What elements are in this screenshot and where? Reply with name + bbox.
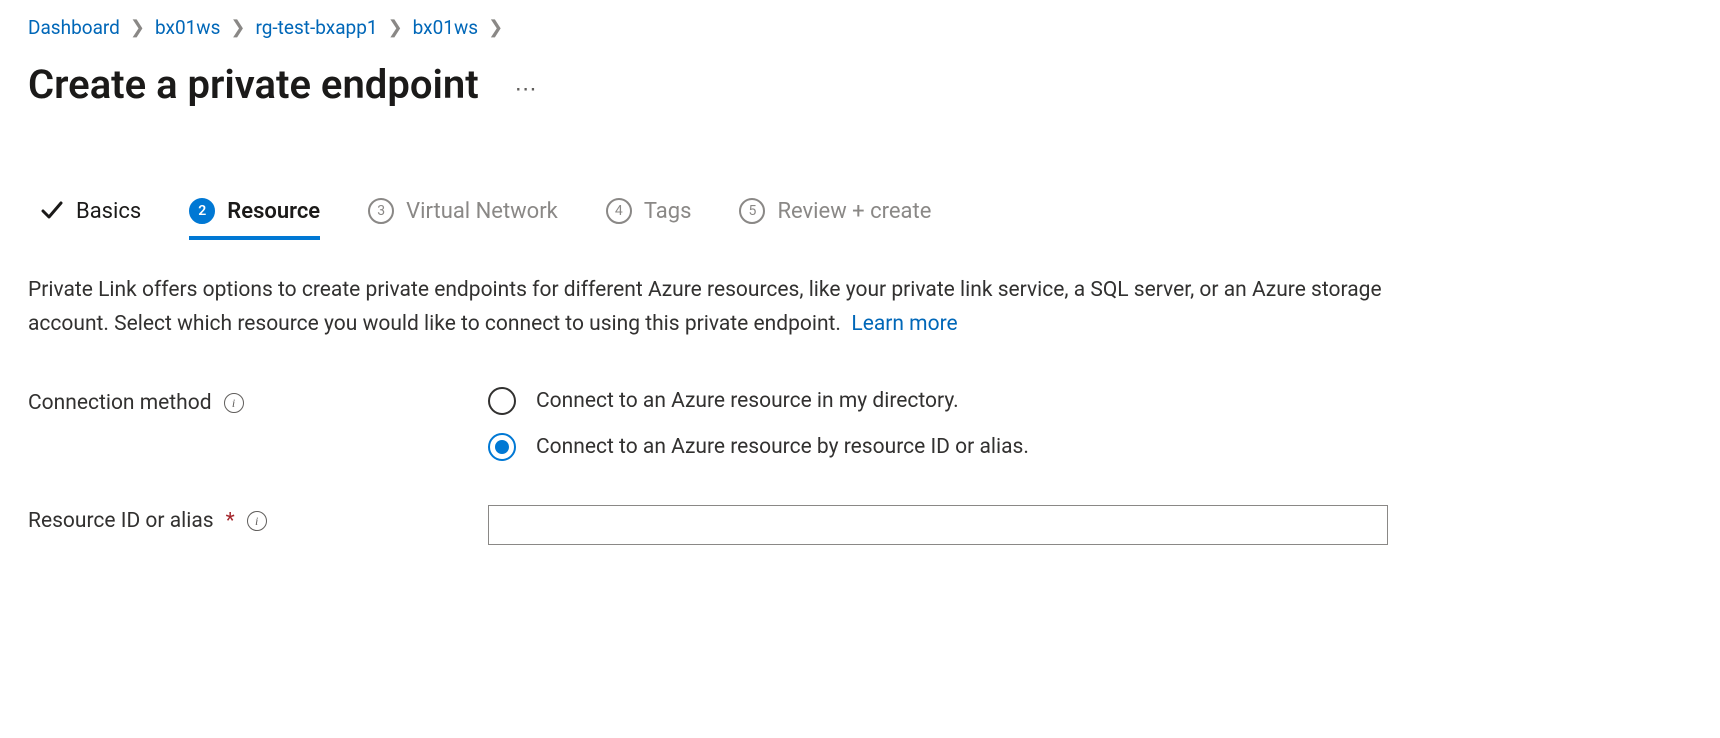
radio-connect-in-directory[interactable]: Connect to an Azure resource in my direc… (488, 387, 1388, 415)
radio-icon (488, 433, 516, 461)
tab-label: Tags (644, 199, 692, 224)
radio-label: Connect to an Azure resource in my direc… (536, 389, 959, 413)
chevron-right-icon: ❯ (388, 17, 403, 38)
info-icon[interactable]: i (224, 393, 244, 413)
required-indicator: * (226, 509, 235, 533)
resource-id-label: Resource ID or alias (28, 509, 214, 533)
chevron-right-icon: ❯ (230, 17, 245, 38)
radio-label: Connect to an Azure resource by resource… (536, 435, 1029, 459)
connection-method-radio-group: Connect to an Azure resource in my direc… (488, 387, 1388, 461)
tab-resource[interactable]: 2 Resource (189, 198, 320, 238)
radio-icon (488, 387, 516, 415)
breadcrumb-item-dashboard[interactable]: Dashboard (28, 16, 120, 39)
learn-more-link[interactable]: Learn more (851, 312, 957, 336)
description-text: Private Link offers options to create pr… (28, 278, 1382, 336)
connection-method-label: Connection method (28, 391, 212, 415)
tab-basics[interactable]: Basics (38, 198, 141, 238)
check-icon (38, 198, 64, 224)
more-actions-button[interactable]: ⋯ (507, 75, 547, 105)
tab-tags[interactable]: 4 Tags (606, 198, 692, 238)
resource-id-input[interactable] (488, 505, 1388, 545)
tab-label: Basics (76, 199, 141, 224)
info-icon[interactable]: i (247, 511, 267, 531)
step-number-icon: 3 (368, 198, 394, 224)
step-number-icon: 4 (606, 198, 632, 224)
breadcrumb-item-rg-test-bxapp1[interactable]: rg-test-bxapp1 (256, 16, 378, 39)
breadcrumb: Dashboard ❯ bx01ws ❯ rg-test-bxapp1 ❯ bx… (28, 16, 1692, 39)
step-number-icon: 2 (189, 198, 215, 224)
tab-virtual-network[interactable]: 3 Virtual Network (368, 198, 558, 238)
page-title: Create a private endpoint (28, 61, 479, 108)
breadcrumb-item-bx01ws-2[interactable]: bx01ws (413, 16, 478, 39)
section-description: Private Link offers options to create pr… (28, 274, 1388, 341)
chevron-right-icon: ❯ (488, 17, 503, 38)
tab-review-create[interactable]: 5 Review + create (739, 198, 931, 238)
tab-label: Virtual Network (406, 199, 558, 224)
step-number-icon: 5 (739, 198, 765, 224)
wizard-steps: Basics 2 Resource 3 Virtual Network 4 Ta… (28, 198, 1692, 238)
tab-label: Resource (227, 199, 320, 224)
tab-label: Review + create (777, 199, 931, 224)
chevron-right-icon: ❯ (130, 17, 145, 38)
breadcrumb-item-bx01ws-1[interactable]: bx01ws (155, 16, 220, 39)
radio-connect-by-resource-id[interactable]: Connect to an Azure resource by resource… (488, 433, 1388, 461)
